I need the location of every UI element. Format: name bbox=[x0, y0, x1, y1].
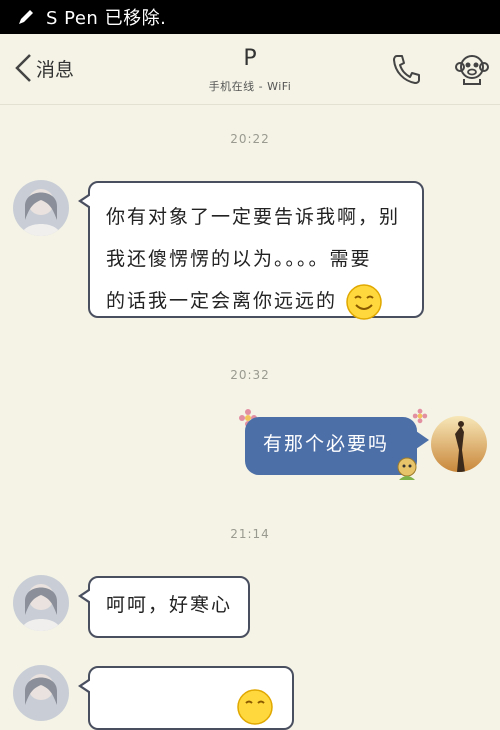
avatar[interactable] bbox=[13, 665, 69, 721]
message-bubble[interactable] bbox=[78, 666, 294, 730]
status-text: S Pen 已移除. bbox=[46, 8, 167, 29]
contact-status: 手机在线 - WiFi bbox=[208, 80, 292, 93]
message-text-line: 我还傻愣愣的以为。。。。需要 bbox=[106, 248, 372, 270]
message-bubble[interactable]: 呵呵，好寒心 bbox=[78, 576, 250, 638]
smiley-emoji-icon bbox=[346, 283, 382, 320]
avatar[interactable] bbox=[13, 575, 69, 631]
mascot-sticker-icon bbox=[397, 457, 417, 480]
phone-icon[interactable] bbox=[390, 52, 422, 86]
message-bubble[interactable]: 有那个必要吗 bbox=[245, 417, 429, 475]
timestamp: 20:32 bbox=[230, 368, 270, 382]
message-text-line: 的话我一定会离你远远的 bbox=[106, 290, 338, 312]
profile-icon[interactable] bbox=[454, 52, 490, 86]
pen-icon bbox=[19, 10, 33, 24]
message-text: 有那个必要吗 bbox=[263, 433, 390, 455]
message-bubble[interactable]: 你有对象了一定要告诉我啊，别 我还傻愣愣的以为。。。。需要 的话我一定会离你远远… bbox=[78, 181, 424, 320]
flower-decoration-icon bbox=[412, 408, 428, 424]
timestamp: 20:22 bbox=[230, 132, 270, 146]
timestamp: 21:14 bbox=[230, 527, 270, 541]
message-text: 呵呵，好寒心 bbox=[106, 594, 233, 616]
status-bar: S Pen 已移除. bbox=[0, 0, 500, 34]
message-text-line: 你有对象了一定要告诉我啊，别 bbox=[106, 206, 401, 228]
smiley-emoji-icon bbox=[237, 689, 273, 725]
avatar[interactable] bbox=[431, 416, 487, 472]
chat-header: 消息 P 手机在线 - WiFi bbox=[0, 34, 500, 105]
contact-name: P bbox=[243, 46, 257, 71]
avatar[interactable] bbox=[13, 180, 69, 236]
